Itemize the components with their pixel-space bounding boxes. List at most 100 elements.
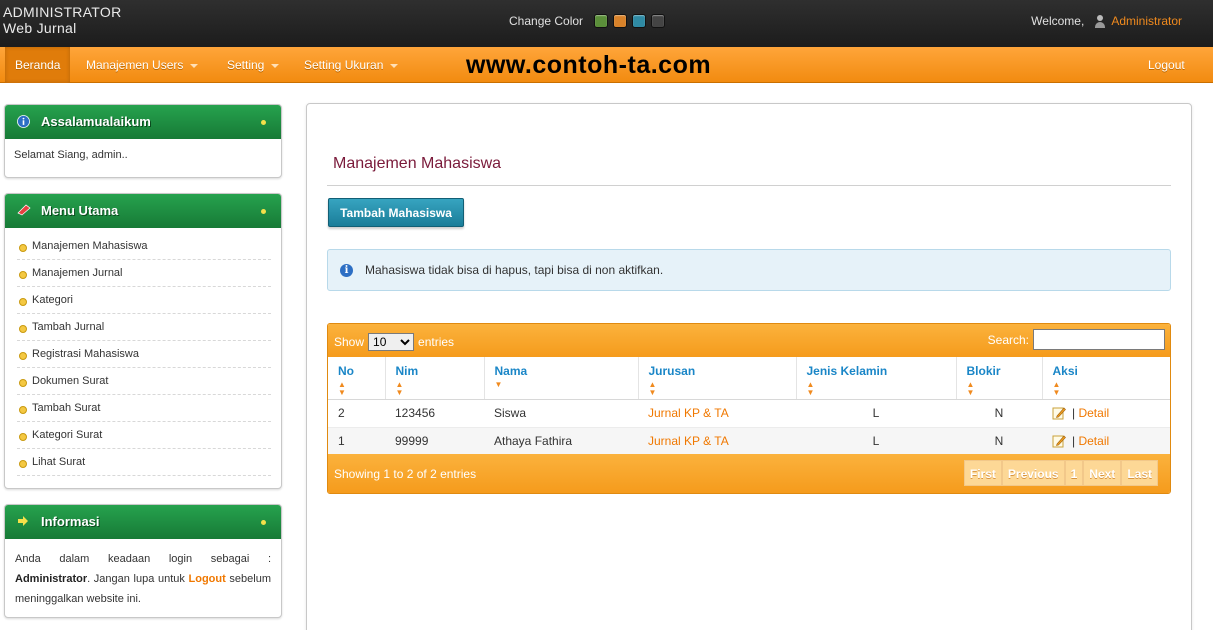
nav-manajemen-users-label: Manajemen Users — [86, 58, 184, 72]
welcome-label: Welcome, — [1031, 14, 1085, 28]
menu-item-manajemen-jurnal[interactable]: Manajemen Jurnal — [17, 260, 271, 287]
nav-beranda[interactable]: Beranda — [5, 47, 71, 83]
entries-label: entries — [418, 335, 455, 349]
menu-item-kategori[interactable]: Kategori — [17, 287, 271, 314]
column-header-aksi[interactable]: Aksi ▲ ▼ — [1042, 357, 1170, 400]
table-row: 2 123456 Siswa Jurnal KP & TA L N | Deta… — [328, 399, 1170, 428]
column-header-blokir[interactable]: Blokir ▲ ▼ — [956, 357, 1043, 400]
cell-nim: 99999 — [385, 427, 484, 456]
column-header-jurusan[interactable]: Jurusan ▲ ▼ — [638, 357, 797, 400]
nav-setting-ukuran-label: Setting Ukuran — [304, 58, 384, 72]
menu-item-tambah-jurnal[interactable]: Tambah Jurnal — [17, 314, 271, 341]
aksi-separator: | — [1072, 433, 1076, 448]
pager-next-button[interactable]: Next — [1083, 460, 1122, 486]
edit-icon[interactable] — [1052, 406, 1066, 420]
menu-item-tambah-surat[interactable]: Tambah Surat — [17, 395, 271, 422]
information-text: Anda dalam keadaan login sebagai : Admin… — [5, 539, 281, 619]
column-blokir-label: Blokir — [966, 364, 1001, 378]
column-no-label: No — [338, 364, 354, 378]
pager-previous-button[interactable]: Previous — [1001, 460, 1065, 486]
title-divider — [327, 185, 1171, 186]
chevron-down-icon — [190, 63, 199, 68]
main-panel: Manajemen Mahasiswa Tambah Mahasiswa i M… — [306, 103, 1192, 630]
cell-jurusan-link[interactable]: Jurnal KP & TA — [638, 399, 796, 428]
aksi-separator: | — [1072, 405, 1076, 420]
cell-jenis-kelamin: L — [796, 427, 956, 456]
cell-aksi: | Detail — [1042, 427, 1170, 456]
column-jurusan-label: Jurusan — [648, 364, 696, 378]
column-header-nama[interactable]: Nama ▼ — [484, 357, 639, 400]
information-box: Informasi Anda dalam keadaan login sebag… — [4, 504, 282, 618]
main-menu-header: Menu Utama — [5, 194, 281, 228]
color-swatch-green[interactable] — [594, 14, 609, 28]
arrow-right-icon — [18, 516, 28, 526]
column-header-no[interactable]: No ▲ ▼ — [328, 357, 386, 400]
main-menu-box: Menu Utama Manajemen Mahasiswa Manajemen… — [4, 193, 282, 489]
user-name-link[interactable]: Administrator — [1111, 14, 1182, 28]
pager-last-button[interactable]: Last — [1121, 460, 1158, 486]
cell-no: 1 — [328, 427, 385, 456]
column-header-jenis-kelamin[interactable]: Jenis Kelamin ▲ ▼ — [796, 357, 957, 400]
table-row: 1 99999 Athaya Fathira Jurnal KP & TA L … — [328, 427, 1170, 456]
greeting-box-header: Assalamualaikum — [5, 105, 281, 139]
user-icon — [1094, 14, 1106, 28]
edit-icon[interactable] — [1052, 434, 1066, 448]
information-header: Informasi — [5, 505, 281, 539]
students-table-wrapper: Show 10 entries Search: No ▲ ▼ Nim ▲ ▼ Nama ▼… — [327, 323, 1171, 494]
cell-aksi: | Detail — [1042, 399, 1170, 428]
color-swatch-blue[interactable] — [632, 14, 647, 28]
menu-item-dokumen-surat[interactable]: Dokumen Surat — [17, 368, 271, 395]
info-icon — [17, 115, 30, 128]
cell-no: 2 — [328, 399, 385, 428]
app-brand: ADMINISTRATOR Web Jurnal — [3, 4, 122, 36]
chevron-down-icon — [390, 63, 399, 68]
header-dot-icon — [261, 209, 266, 214]
color-swatch-orange[interactable] — [613, 14, 628, 28]
detail-link[interactable]: Detail — [1078, 406, 1109, 420]
nav-setting-label: Setting — [227, 58, 265, 72]
welcome-area: Welcome, Administrator — [1031, 14, 1182, 28]
search-control: Search: — [988, 329, 1165, 350]
column-header-nim[interactable]: Nim ▲ ▼ — [385, 357, 485, 400]
cell-blokir: N — [956, 427, 1042, 456]
table-info: Showing 1 to 2 of 2 entries — [334, 467, 477, 481]
sort-both-icon: ▲ ▼ — [338, 380, 346, 397]
add-student-button[interactable]: Tambah Mahasiswa — [328, 198, 464, 227]
pager-page-1-button[interactable]: 1 — [1064, 460, 1084, 486]
sort-both-icon: ▲ ▼ — [966, 380, 975, 397]
cell-jurusan-link[interactable]: Jurnal KP & TA — [638, 427, 796, 456]
nav-setting[interactable]: Setting — [227, 47, 280, 83]
detail-link[interactable]: Detail — [1078, 434, 1109, 448]
logout-button[interactable]: Logout — [1148, 47, 1185, 83]
greeting-text: Selamat Siang, admin.. — [14, 149, 128, 161]
notice-text: Mahasiswa tidak bisa di hapus, tapi bisa… — [365, 263, 664, 277]
info-text-2: . Jangan lupa untuk — [87, 573, 185, 585]
sort-both-icon: ▲ ▼ — [648, 380, 657, 397]
info-text-1: Anda dalam keadaan login sebagai : — [15, 553, 271, 565]
book-icon — [17, 204, 31, 216]
pager-first-button[interactable]: First — [963, 460, 1002, 486]
main-menu-title: Menu Utama — [41, 203, 119, 218]
greeting-box: Assalamualaikum Selamat Siang, admin.. — [4, 104, 282, 178]
pagination: First Previous 1 Next Last — [963, 460, 1158, 486]
nav-setting-ukuran[interactable]: Setting Ukuran — [304, 47, 399, 83]
search-input[interactable] — [1033, 329, 1165, 350]
menu-item-kategori-surat[interactable]: Kategori Surat — [17, 422, 271, 449]
page-size-select[interactable]: 10 — [368, 333, 415, 351]
menu-item-registrasi-mahasiswa[interactable]: Registrasi Mahasiswa — [17, 341, 271, 368]
cell-nama: Athaya Fathira — [484, 427, 638, 456]
nav-manajemen-users[interactable]: Manajemen Users — [86, 47, 199, 83]
greeting-box-title: Assalamualaikum — [41, 114, 151, 129]
chevron-down-icon — [271, 63, 280, 68]
info-icon: i — [340, 264, 353, 277]
sort-both-icon: ▲ ▼ — [1052, 380, 1061, 397]
sort-both-icon: ▲ ▼ — [806, 380, 815, 397]
menu-item-lihat-surat[interactable]: Lihat Surat — [17, 449, 271, 476]
brand-subtitle: Web Jurnal — [3, 20, 77, 36]
menu-item-manajemen-mahasiswa[interactable]: Manajemen Mahasiswa — [17, 233, 271, 260]
column-jenis-kelamin-label: Jenis Kelamin — [806, 364, 888, 378]
color-swatch-dark[interactable] — [651, 14, 666, 28]
info-logout-link[interactable]: Logout — [189, 573, 226, 585]
table-footer: Showing 1 to 2 of 2 entries First Previo… — [328, 454, 1170, 493]
top-header: ADMINISTRATOR Web Jurnal Change Color We… — [0, 0, 1213, 47]
